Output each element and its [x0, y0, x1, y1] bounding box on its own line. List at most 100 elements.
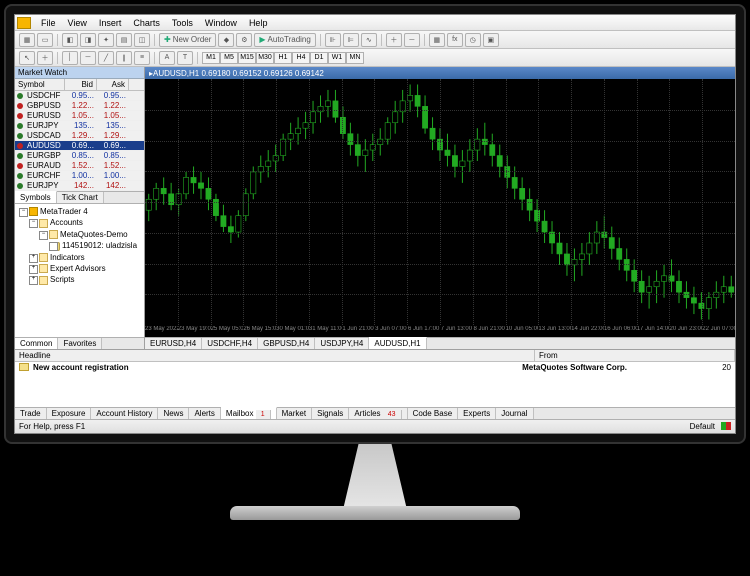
menu-window[interactable]: Window	[199, 18, 243, 28]
cursor-icon[interactable]: ↖	[19, 51, 35, 65]
market-watch-panel: Market Watch SymbolBidAsk USDCHF0.95...0…	[15, 67, 144, 203]
nav-accounts[interactable]: Accounts	[27, 217, 142, 228]
nav-indicators[interactable]: Indicators	[27, 252, 142, 263]
terminal-tab-experts[interactable]: Experts	[458, 408, 496, 419]
zoom-out-icon[interactable]: －	[404, 33, 420, 47]
zoom-in-icon[interactable]: ＋	[386, 33, 402, 47]
label-icon[interactable]: T	[177, 51, 193, 65]
monitor-stand	[320, 444, 430, 514]
col-from[interactable]: From	[535, 350, 735, 361]
connection-icon	[721, 422, 731, 430]
symbol-row-EURCHF[interactable]: EURCHF1.00...1.00...	[15, 171, 144, 181]
market-watch-icon[interactable]: ◧	[62, 33, 78, 47]
chart-tab[interactable]: EURUSD,H4	[145, 338, 202, 349]
status-help: For Help, press F1	[19, 422, 85, 431]
tester-icon[interactable]: ◫	[134, 33, 150, 47]
nav-root[interactable]: MetaTrader 4	[17, 206, 142, 217]
tf-W1[interactable]: W1	[328, 52, 346, 64]
chart-tab[interactable]: USDCHF,H4	[202, 338, 258, 349]
app-window: File View Insert Charts Tools Window Hel…	[14, 14, 736, 434]
menu-view[interactable]: View	[62, 18, 93, 28]
menubar: File View Insert Charts Tools Window Hel…	[15, 15, 735, 31]
chart-area[interactable]: 23 May 202223 May 19:0025 May 05:0026 Ma…	[145, 79, 735, 337]
line-chart-icon[interactable]: ∿	[361, 33, 377, 47]
symbol-row-AUDUSD[interactable]: AUDUSD0.69...0.69...	[15, 141, 144, 151]
vline-icon[interactable]: │	[62, 51, 78, 65]
market-watch-title: Market Watch	[15, 67, 144, 79]
autotrading-button[interactable]: ▶AutoTrading	[254, 33, 315, 47]
arrange-icon[interactable]: ▦	[429, 33, 445, 47]
profiles-icon[interactable]: ▭	[37, 33, 53, 47]
new-order-button[interactable]: ✚New Order	[159, 33, 216, 47]
status-profile[interactable]: Default	[690, 422, 715, 431]
menu-charts[interactable]: Charts	[127, 18, 166, 28]
terminal-icon[interactable]: ▤	[116, 33, 132, 47]
chart-tab[interactable]: AUDUSD,H1	[369, 337, 426, 349]
tf-H4[interactable]: H4	[292, 52, 310, 64]
terminal-tab-account-history[interactable]: Account History	[91, 408, 158, 419]
fibo-icon[interactable]: ≡	[134, 51, 150, 65]
terminal-tab-mailbox[interactable]: Mailbox 1	[221, 407, 277, 419]
indicator-list-icon[interactable]: fx	[447, 33, 463, 47]
terminal-tab-journal[interactable]: Journal	[496, 408, 533, 419]
symbol-row-EURAUD[interactable]: EURAUD1.52...1.52...	[15, 161, 144, 171]
crosshair-icon[interactable]: ＋	[37, 51, 53, 65]
menu-tools[interactable]: Tools	[166, 18, 199, 28]
terminal-tab-signals[interactable]: Signals	[312, 408, 349, 419]
nav-account[interactable]: 114519012: uladzisla	[47, 240, 142, 251]
menu-help[interactable]: Help	[243, 18, 274, 28]
mail-icon	[19, 363, 29, 371]
terminal-panel: Headline From New account registration M…	[15, 349, 735, 419]
menu-file[interactable]: File	[35, 18, 62, 28]
timeframe-buttons: M1M5M15M30H1H4D1W1MN	[202, 51, 364, 64]
terminal-tab-exposure[interactable]: Exposure	[47, 408, 92, 419]
mail-row[interactable]: New account registration MetaQuotes Soft…	[15, 362, 735, 373]
chart-tab[interactable]: GBPUSD,H4	[258, 338, 315, 349]
tab-symbols[interactable]: Symbols	[15, 191, 57, 203]
symbol-row-GBPUSD[interactable]: GBPUSD1.22...1.22...	[15, 101, 144, 111]
tab-tick-chart[interactable]: Tick Chart	[57, 192, 104, 203]
tab-favorites[interactable]: Favorites	[58, 338, 102, 349]
terminal-tab-trade[interactable]: Trade	[15, 408, 47, 419]
templates-icon[interactable]: ▣	[483, 33, 499, 47]
symbol-row-EURUSD[interactable]: EURUSD1.05...1.05...	[15, 111, 144, 121]
symbol-row-EURJPY[interactable]: EURJPY142...142...	[15, 181, 144, 191]
nav-experts[interactable]: Expert Advisors	[27, 263, 142, 274]
hline-icon[interactable]: ─	[80, 51, 96, 65]
monitor-bezel: File View Insert Charts Tools Window Hel…	[4, 4, 746, 444]
chart-title: ▸ AUDUSD,H1 0.69180 0.69152 0.69126 0.69…	[145, 67, 735, 79]
bar-chart-icon[interactable]: ⊪	[325, 33, 341, 47]
terminal-tab-articles[interactable]: Articles 43	[349, 408, 407, 419]
new-chart-icon[interactable]: ▦	[19, 33, 35, 47]
tf-D1[interactable]: D1	[310, 52, 328, 64]
tf-M1[interactable]: M1	[202, 52, 220, 64]
channel-icon[interactable]: ∥	[116, 51, 132, 65]
terminal-tab-alerts[interactable]: Alerts	[189, 408, 220, 419]
symbol-row-EURGBP[interactable]: EURGBP0.85...0.85...	[15, 151, 144, 161]
tf-H1[interactable]: H1	[274, 52, 292, 64]
terminal-tab-news[interactable]: News	[158, 408, 189, 419]
navigator-icon[interactable]: ✦	[98, 33, 114, 47]
symbol-row-USDCHF[interactable]: USDCHF0.95...0.95...	[15, 91, 144, 101]
col-headline[interactable]: Headline	[15, 350, 535, 361]
trendline-icon[interactable]: ╱	[98, 51, 114, 65]
tab-common[interactable]: Common	[15, 338, 58, 349]
options-icon[interactable]: ⚙	[236, 33, 252, 47]
symbol-row-EURJPY[interactable]: EURJPY135...135...	[15, 121, 144, 131]
tf-M30[interactable]: M30	[256, 52, 274, 64]
tf-M5[interactable]: M5	[220, 52, 238, 64]
metaeditor-icon[interactable]: ◆	[218, 33, 234, 47]
terminal-tab-code-base[interactable]: Code Base	[408, 408, 459, 419]
nav-demo-server[interactable]: MetaQuotes-Demo	[37, 229, 142, 240]
nav-scripts[interactable]: Scripts	[27, 274, 142, 285]
data-window-icon[interactable]: ◨	[80, 33, 96, 47]
periodicity-icon[interactable]: ◷	[465, 33, 481, 47]
chart-tab[interactable]: USDJPY,H4	[315, 338, 369, 349]
menu-insert[interactable]: Insert	[93, 18, 128, 28]
tf-MN[interactable]: MN	[346, 52, 364, 64]
terminal-tab-market[interactable]: Market	[277, 408, 312, 419]
text-icon[interactable]: A	[159, 51, 175, 65]
candle-chart-icon[interactable]: ⊫	[343, 33, 359, 47]
symbol-row-USDCAD[interactable]: USDCAD1.29...1.29...	[15, 131, 144, 141]
tf-M15[interactable]: M15	[238, 52, 256, 64]
